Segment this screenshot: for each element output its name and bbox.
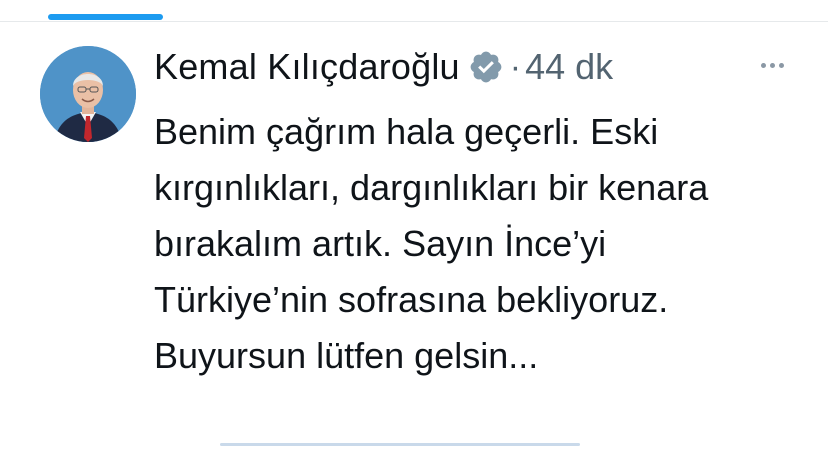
- more-options-icon[interactable]: [752, 50, 792, 80]
- tab-divider: [0, 21, 828, 22]
- verified-badge-icon: [468, 49, 504, 85]
- meta-separator: ·: [509, 47, 522, 86]
- tweet-timestamp[interactable]: 44 dk: [525, 46, 613, 88]
- author-avatar[interactable]: [40, 46, 136, 142]
- tweet-link-partial: [220, 437, 580, 452]
- author-name[interactable]: Kemal Kılıçdaroğlu: [154, 46, 460, 88]
- active-tab-indicator: [48, 14, 163, 20]
- tweet-header: Kemal Kılıçdaroğlu · 44 dk: [154, 44, 613, 90]
- avatar-photo: [40, 46, 136, 142]
- tweet-text: Benim çağrım hala geçerli. Eski kırgınlı…: [154, 111, 709, 376]
